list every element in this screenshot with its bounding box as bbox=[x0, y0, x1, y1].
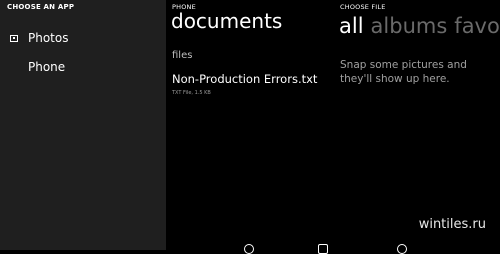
pivot-headers: all albums favo bbox=[339, 14, 500, 38]
file-meta: TXT File, 1.5 KB bbox=[172, 90, 211, 96]
app-picker-header: CHOOSE AN APP bbox=[7, 3, 75, 11]
app-bar-button-icon[interactable] bbox=[397, 244, 407, 254]
empty-state-message: Snap some pictures and they'll show up h… bbox=[340, 59, 467, 85]
folder-title: documents bbox=[171, 9, 283, 33]
choose-file-caption: CHOOSE FILE bbox=[340, 3, 386, 11]
photos-icon bbox=[10, 34, 18, 42]
pivot-favorites[interactable]: favo bbox=[454, 14, 500, 38]
pivot-albums[interactable]: albums bbox=[371, 14, 448, 38]
app-item-label: Photos bbox=[28, 31, 69, 45]
app-bar bbox=[166, 240, 500, 250]
watermark: wintiles.ru bbox=[418, 217, 486, 232]
files-section-label: files bbox=[172, 50, 193, 61]
app-item-phone[interactable]: Phone bbox=[28, 60, 65, 74]
phone-documents-panel: PHONE documents files Non-Production Err… bbox=[166, 0, 332, 240]
app-bar-button-icon[interactable] bbox=[244, 244, 254, 254]
app-picker-panel: CHOOSE AN APP Photos Phone bbox=[0, 0, 166, 250]
app-bar-button-icon[interactable] bbox=[318, 244, 328, 254]
app-item-photos[interactable]: Photos bbox=[10, 31, 68, 45]
app-item-label: Phone bbox=[28, 60, 66, 74]
pivot-all[interactable]: all bbox=[339, 14, 364, 38]
file-item[interactable]: Non-Production Errors.txt bbox=[172, 72, 317, 86]
choose-file-panel: CHOOSE FILE all albums favo Snap some pi… bbox=[332, 0, 500, 240]
